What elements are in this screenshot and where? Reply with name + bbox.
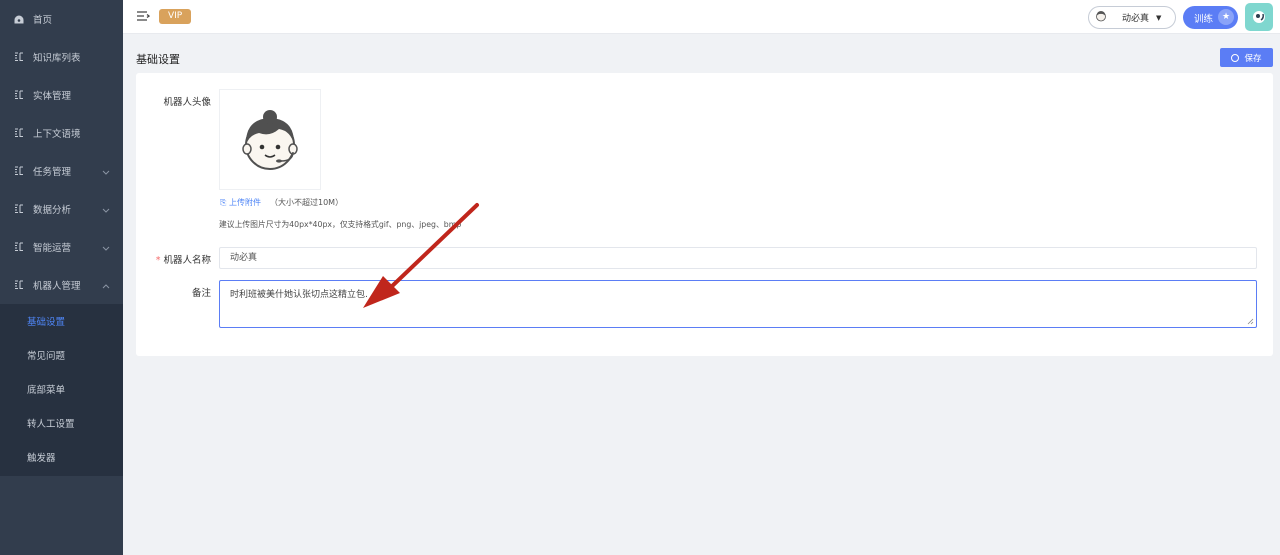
chevron-down-icon [102, 167, 110, 178]
chevron-up-icon [102, 281, 110, 292]
user-name: 动必真 [1122, 14, 1150, 24]
sidebar-item-analytics[interactable]: 数据分析 [0, 190, 123, 228]
sidebar-item-label: 任务管理 [33, 167, 72, 178]
upload-size-note: （大小不超过10M） [270, 198, 344, 207]
save-label: 保存 [1244, 53, 1262, 64]
settings-form: 机器人头像 ⎘ 上传附件 （大小不超过10M） 建议上传图片尺寸为40px*40… [136, 73, 1273, 356]
brand-logo[interactable] [1245, 3, 1273, 31]
train-label: 训练 [1194, 13, 1214, 25]
top-header: VIP 动必真 ▼ 训练 ★ [123, 0, 1280, 34]
remark-text: 时利班被美什她认张切点这精立包. [230, 290, 368, 300]
submenu-item-bottom-menu[interactable]: 底部菜单 [0, 372, 123, 406]
sidebar-item-context[interactable]: 上下文语境 [0, 114, 123, 152]
user-menu[interactable]: 动必真 ▼ [1088, 6, 1176, 29]
menu-fold-icon[interactable] [136, 10, 151, 22]
chevron-down-icon [102, 243, 110, 254]
sidebar-item-label: 上下文语境 [33, 129, 81, 140]
sidebar-item-label: 智能运营 [33, 243, 72, 254]
robot-name-label-text: 机器人名称 [163, 255, 211, 266]
list-icon [14, 166, 24, 176]
sidebar-item-label: 机器人管理 [33, 281, 81, 292]
robot-submenu: 基础设置 常见问题 底部菜单 转人工设置 触发器 [0, 304, 123, 476]
upload-attachment-link[interactable]: ⎘ 上传附件 [220, 197, 261, 208]
sidebar-item-robot-management[interactable]: 机器人管理 [0, 266, 123, 304]
upload-hint: 建议上传图片尺寸为40px*40px，仅支持格式gif、png、jpeg、bmp [219, 220, 462, 229]
resize-handle-icon[interactable] [1247, 318, 1254, 325]
avatar-label: 机器人头像 [163, 97, 211, 108]
chevron-down-icon [102, 205, 110, 216]
submenu-item-faq[interactable]: 常见问题 [0, 338, 123, 372]
sidebar-item-home[interactable]: 首页 [0, 0, 123, 38]
list-icon [14, 90, 24, 100]
sidebar-item-label: 知识库列表 [33, 53, 81, 64]
submenu-item-basic-settings[interactable]: 基础设置 [0, 304, 123, 338]
sidebar-item-entity[interactable]: 实体管理 [0, 76, 123, 114]
star-icon: ★ [1218, 9, 1234, 25]
robot-name-label: * 机器人名称 [131, 252, 211, 266]
list-icon [14, 52, 24, 62]
upload-link-label: 上传附件 [228, 198, 261, 207]
caret-down-icon: ▼ [1156, 13, 1162, 22]
sidebar: 首页 知识库列表 实体管理 上下文语境 任务管理 数据分析 智能运营 机器人管理… [0, 0, 123, 555]
paperclip-icon: ⎘ [220, 198, 227, 207]
sidebar-item-label: 数据分析 [33, 205, 72, 216]
sidebar-item-label: 首页 [33, 15, 53, 26]
required-mark: * [155, 255, 161, 266]
robot-name-input[interactable]: 动必真 [219, 247, 1257, 269]
sidebar-item-label: 实体管理 [33, 91, 72, 102]
submenu-item-human-transfer[interactable]: 转人工设置 [0, 406, 123, 440]
submenu-item-triggers[interactable]: 触发器 [0, 440, 123, 474]
remark-label: 备注 [191, 288, 211, 299]
train-button[interactable]: 训练 ★ [1183, 6, 1238, 29]
dashboard-icon [14, 14, 24, 24]
remark-textarea[interactable]: 时利班被美什她认张切点这精立包. [219, 280, 1257, 328]
list-icon [14, 280, 24, 290]
save-icon [1231, 53, 1240, 62]
vip-badge: VIP [159, 9, 192, 24]
sidebar-item-tasks[interactable]: 任务管理 [0, 152, 123, 190]
page-title: 基础设置 [136, 53, 180, 66]
list-icon [14, 128, 24, 138]
avatar [1095, 10, 1107, 25]
robot-avatar-icon [242, 109, 298, 170]
sidebar-item-operations[interactable]: 智能运营 [0, 228, 123, 266]
sidebar-item-knowledge-base[interactable]: 知识库列表 [0, 38, 123, 76]
robot-avatar-upload[interactable] [219, 89, 321, 190]
list-icon [14, 242, 24, 252]
list-icon [14, 204, 24, 214]
save-button[interactable]: 保存 [1220, 48, 1273, 67]
